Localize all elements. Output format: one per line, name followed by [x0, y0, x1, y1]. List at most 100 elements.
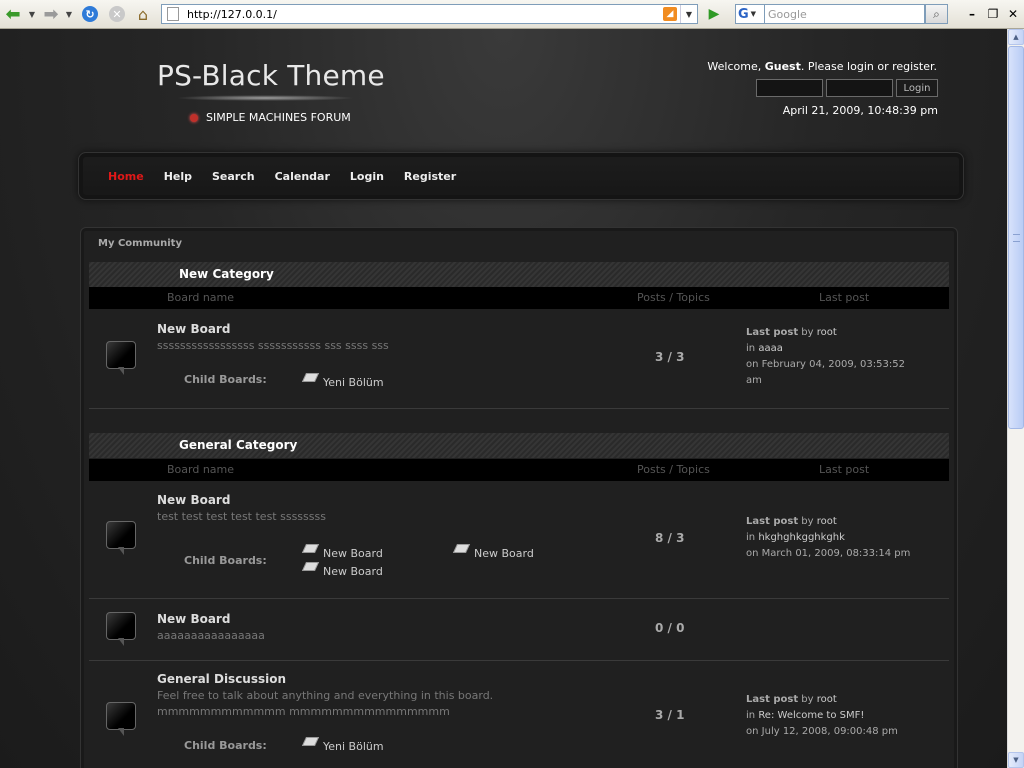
browser-toolbar: ⬅ ▼ ➡ ▼ ↻ ✕ ⌂ http://127.0.0.1/ ◢ ▼ ▶ G …	[0, 0, 1024, 29]
back-arrow-icon: ⬅	[5, 3, 21, 25]
board-bubble-icon	[106, 702, 136, 738]
maximize-button[interactable]: ❐	[985, 6, 1001, 22]
nav-home[interactable]: Home	[108, 170, 144, 183]
child-board-icon	[304, 373, 318, 383]
last-post-label: Last post	[746, 327, 799, 338]
login-button[interactable]: Login	[896, 79, 938, 97]
nav-help[interactable]: Help	[164, 170, 192, 183]
last-post-date: March 01, 2009, 08:33:14 pm	[761, 548, 911, 559]
last-post-label: Last post	[746, 516, 799, 527]
column-headers: Board name Posts / Topics Last post	[89, 459, 949, 481]
board-description: Feel free to talk about anything and eve…	[157, 689, 494, 702]
col-posts-topics: Posts / Topics	[637, 291, 710, 304]
last-post-topic[interactable]: aaaa	[758, 343, 783, 354]
forward-button[interactable]: ➡	[40, 3, 62, 25]
child-board-link[interactable]: New Board	[304, 565, 383, 578]
last-post-author[interactable]: root	[817, 516, 837, 527]
board-name[interactable]: General Discussion	[157, 672, 286, 686]
stop-button[interactable]: ✕	[106, 3, 128, 25]
child-boards-label: Child Boards:	[184, 373, 267, 386]
welcome-suffix[interactable]: . Please login or register.	[801, 60, 937, 73]
board-description: aaaaaaaaaaaaaaaa	[157, 629, 265, 642]
lp-on: on	[746, 726, 759, 737]
last-post-info: Last post by root in hkghghkgghkghk on M…	[746, 514, 946, 562]
community-breadcrumb[interactable]: My Community	[98, 238, 182, 249]
welcome-message: Welcome, Guest. Please login or register…	[707, 60, 937, 73]
board-description-line2: mmmmmmmmmmmm mmmmmmmmmmmmmmm	[157, 705, 450, 718]
child-board-label[interactable]: New Board	[323, 565, 383, 578]
search-engine-selector[interactable]: G ▼	[735, 4, 765, 24]
board-bubble-icon	[106, 612, 136, 648]
col-board-name: Board name	[167, 291, 235, 304]
home-icon: ⌂	[137, 4, 149, 24]
board-index: My Community New Category Board name Pos…	[80, 227, 958, 768]
last-post-topic[interactable]: hkghghkgghkghk	[758, 532, 845, 543]
board-bubble-icon	[106, 521, 136, 557]
category-header[interactable]: General Category	[89, 433, 949, 458]
reload-button[interactable]: ↻	[79, 3, 101, 25]
nav-register[interactable]: Register	[404, 170, 456, 183]
last-post-author[interactable]: root	[817, 694, 837, 705]
nav-calendar[interactable]: Calendar	[275, 170, 330, 183]
url-text[interactable]: http://127.0.0.1/	[187, 8, 663, 21]
back-history-dropdown[interactable]: ▼	[26, 3, 38, 25]
page-scrollbar[interactable]: ▲ ▼	[1007, 29, 1024, 768]
username-field[interactable]	[756, 79, 823, 97]
reload-icon: ↻	[82, 6, 98, 22]
site-title[interactable]: PS-Black Theme	[157, 59, 385, 92]
child-board-icon	[304, 737, 318, 747]
col-last-post: Last post	[819, 463, 870, 476]
child-board-label[interactable]: Yeni Bölüm	[323, 376, 384, 389]
scroll-down-button[interactable]: ▼	[1008, 752, 1024, 768]
back-button[interactable]: ⬅	[2, 3, 24, 25]
go-button[interactable]: ▶	[704, 5, 724, 23]
tagline-text: SIMPLE MACHINES FORUM	[206, 111, 351, 124]
child-boards-label: Child Boards:	[184, 739, 267, 752]
search-button[interactable]: ⌕	[925, 4, 948, 24]
welcome-prefix: Welcome,	[707, 60, 765, 73]
minimize-button[interactable]: –	[964, 6, 980, 22]
last-post-date: February 04, 2009, 03:53:52	[761, 359, 905, 370]
magnifier-icon: ⌕	[933, 6, 940, 21]
child-board-link[interactable]: New Board	[455, 547, 534, 560]
page-viewport: PS-Black Theme SIMPLE MACHINES FORUM Wel…	[0, 29, 1007, 768]
last-post-topic[interactable]: Re: Welcome to SMF!	[758, 710, 864, 721]
lp-in: in	[746, 343, 756, 354]
last-post-author[interactable]: root	[817, 327, 837, 338]
child-board-label[interactable]: New Board	[323, 547, 383, 560]
child-board-link[interactable]: New Board	[304, 547, 383, 560]
url-history-dropdown[interactable]: ▼	[680, 5, 697, 23]
scroll-up-button[interactable]: ▲	[1008, 29, 1024, 45]
home-button[interactable]: ⌂	[132, 3, 154, 25]
lp-on: on	[746, 548, 759, 559]
child-board-link[interactable]: Yeni Bölüm	[304, 740, 384, 753]
forward-arrow-icon: ➡	[43, 3, 59, 25]
board-row: New Board test test test test test sssss…	[89, 481, 949, 599]
scrollbar-thumb[interactable]	[1008, 46, 1024, 429]
rss-feed-icon[interactable]: ◢	[663, 7, 677, 21]
board-name[interactable]: New Board	[157, 322, 230, 336]
grip-icon	[1013, 234, 1020, 242]
password-field[interactable]	[826, 79, 893, 97]
main-nav: Home Help Search Calendar Login Register	[78, 152, 964, 200]
board-description: sssssssssssssssss sssssssssss sss ssss s…	[157, 339, 389, 352]
search-input[interactable]	[765, 4, 925, 24]
board-name[interactable]: New Board	[157, 493, 230, 507]
lp-by: by	[801, 694, 814, 705]
category-header[interactable]: New Category	[89, 262, 949, 287]
nav-login[interactable]: Login	[350, 170, 384, 183]
board-name[interactable]: New Board	[157, 612, 230, 626]
board-row: New Board sssssssssssssssss sssssssssss …	[89, 309, 949, 409]
child-board-link[interactable]: Yeni Bölüm	[304, 376, 384, 389]
child-board-label[interactable]: Yeni Bölüm	[323, 740, 384, 753]
board-description: test test test test test ssssssss	[157, 510, 326, 523]
address-bar[interactable]: http://127.0.0.1/ ◢ ▼	[161, 4, 698, 24]
forward-history-dropdown[interactable]: ▼	[63, 3, 75, 25]
last-post-date-cont: am	[746, 375, 762, 386]
bullet-icon	[190, 113, 198, 122]
close-button[interactable]: ✕	[1005, 6, 1021, 22]
nav-search[interactable]: Search	[212, 170, 255, 183]
lp-in: in	[746, 532, 756, 543]
child-board-label[interactable]: New Board	[474, 547, 534, 560]
page-icon	[167, 7, 179, 21]
